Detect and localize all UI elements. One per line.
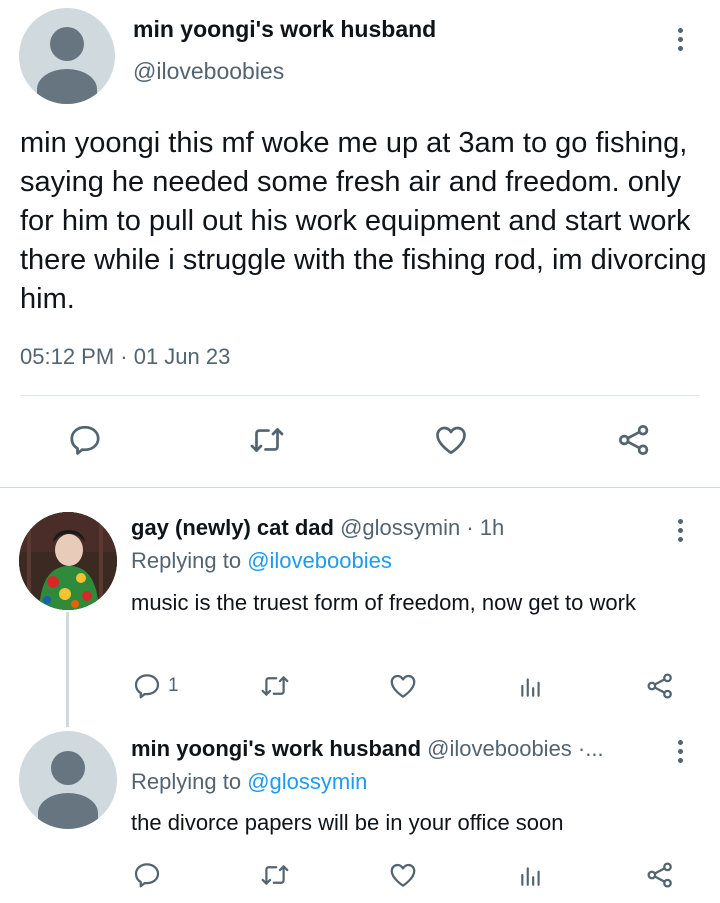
retweet-icon[interactable] <box>247 422 287 458</box>
more-options-icon[interactable] <box>674 28 686 55</box>
share-icon[interactable] <box>615 422 653 458</box>
avatar[interactable] <box>19 512 117 610</box>
display-name[interactable]: gay (newly) cat dad <box>131 515 334 540</box>
replying-to: Replying to @iloveboobies <box>131 548 392 574</box>
reply-icon[interactable] <box>132 860 162 890</box>
user-handle[interactable]: @iloveboobies <box>133 58 284 85</box>
replying-link[interactable]: @glossymin <box>247 769 367 794</box>
reply-header: gay (newly) cat dad @glossymin · 1h <box>131 515 504 541</box>
like-icon[interactable] <box>432 422 470 458</box>
replying-link[interactable]: @iloveboobies <box>247 548 392 573</box>
reply-count: 1 <box>168 675 179 696</box>
share-icon[interactable] <box>645 671 675 701</box>
divider <box>0 487 720 488</box>
user-handle[interactable]: @glossymin <box>340 515 460 540</box>
reply-text: the divorce papers will be in your offic… <box>131 810 564 835</box>
avatar[interactable] <box>19 8 115 104</box>
analytics-icon[interactable] <box>518 861 544 889</box>
reply-header: min yoongi's work husband @iloveboobies … <box>131 736 604 762</box>
replying-to: Replying to @glossymin <box>131 769 367 795</box>
more-options-icon[interactable] <box>674 740 686 767</box>
reply-icon[interactable] <box>132 671 162 701</box>
retweet-icon[interactable] <box>259 671 291 701</box>
thread-line <box>66 612 69 727</box>
share-icon[interactable] <box>645 860 675 890</box>
user-handle[interactable]: @iloveboobies <box>427 736 572 761</box>
like-icon[interactable] <box>388 671 418 701</box>
analytics-icon[interactable] <box>518 672 544 700</box>
like-icon[interactable] <box>388 860 418 890</box>
avatar[interactable] <box>19 731 117 829</box>
divider <box>20 395 700 396</box>
reply-time: ·... <box>571 736 604 761</box>
replying-label: Replying to <box>131 548 248 573</box>
display-name[interactable]: min yoongi's work husband <box>131 736 421 761</box>
replying-label: Replying to <box>131 769 248 794</box>
retweet-icon[interactable] <box>259 860 291 890</box>
tweet-text: min yoongi this mf woke me up at 3am to … <box>20 127 707 315</box>
reply-icon[interactable] <box>67 422 103 458</box>
tweet-timestamp: 05:12 PM · 01 Jun 23 <box>20 344 231 369</box>
reply-text: music is the truest form of freedom, now… <box>131 590 636 615</box>
reply-time: · 1h <box>460 515 505 540</box>
more-options-icon[interactable] <box>674 519 686 546</box>
display-name[interactable]: min yoongi's work husband <box>133 16 436 43</box>
